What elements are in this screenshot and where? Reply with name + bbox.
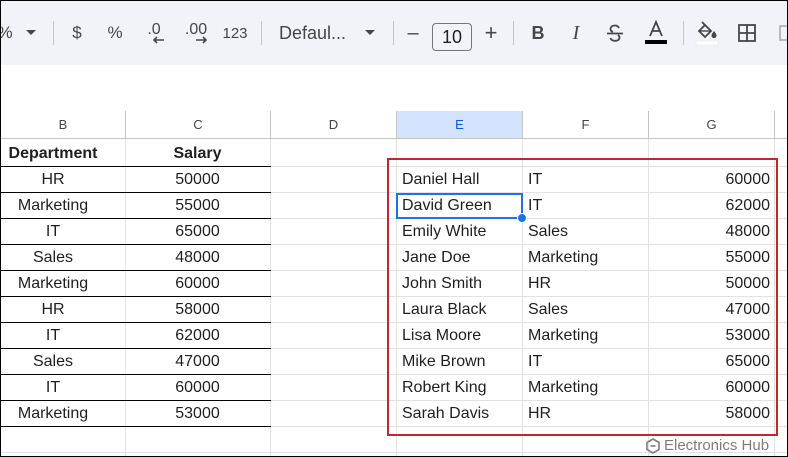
column-header-label: G bbox=[706, 117, 717, 132]
column-header-label: D bbox=[328, 117, 339, 132]
table-row-border bbox=[1, 218, 271, 219]
table-row-border bbox=[1, 322, 271, 323]
salary-cell[interactable]: 58000 bbox=[125, 297, 270, 323]
spreadsheet-window: % $ % .0 .00 123 Defaul... – 10 + B I bbox=[0, 0, 788, 457]
column-header-b[interactable]: B bbox=[1, 111, 126, 139]
department-cell[interactable]: IT bbox=[1, 323, 125, 349]
increase-decimal-label: .00 bbox=[184, 20, 208, 38]
department-cell[interactable]: Sales bbox=[1, 349, 125, 375]
salary-cell[interactable]: 55000 bbox=[125, 193, 270, 219]
currency-format-button[interactable]: $ bbox=[63, 17, 91, 49]
department-cell[interactable]: IT bbox=[1, 375, 125, 401]
column-header-label: C bbox=[193, 117, 203, 132]
font-size-input[interactable]: 10 bbox=[432, 23, 472, 51]
grid-line bbox=[1, 452, 271, 453]
watermark-text: Electronics Hub bbox=[664, 437, 770, 454]
column-header-label: E bbox=[455, 117, 464, 132]
increase-decimal-button[interactable]: .00 bbox=[179, 17, 213, 49]
currency-label: $ bbox=[72, 23, 82, 42]
toolbar-separator bbox=[261, 21, 262, 45]
department-cell[interactable]: HR bbox=[1, 297, 125, 323]
italic-button[interactable]: I bbox=[563, 17, 589, 49]
table-row-border bbox=[1, 374, 271, 375]
percent-format-button[interactable]: % bbox=[101, 17, 129, 49]
salary-header[interactable]: Salary bbox=[125, 141, 270, 167]
text-color-button[interactable] bbox=[641, 17, 671, 49]
caret-down-icon bbox=[26, 30, 36, 35]
fill-color-icon bbox=[695, 21, 719, 46]
font-size-value: 10 bbox=[441, 26, 463, 47]
more-formats-button[interactable]: 123 bbox=[219, 17, 251, 49]
department-cell[interactable]: HR bbox=[1, 167, 125, 193]
table-row-border bbox=[1, 296, 271, 297]
bold-label: B bbox=[531, 22, 545, 43]
table-row-border bbox=[1, 426, 271, 427]
department-header[interactable]: Department bbox=[1, 141, 125, 167]
strikethrough-button[interactable] bbox=[601, 17, 629, 49]
watermark: Electronics Hub bbox=[646, 437, 769, 454]
department-cell[interactable]: IT bbox=[1, 219, 125, 245]
column-header-label: B bbox=[58, 117, 68, 132]
toolbar-separator bbox=[513, 21, 514, 45]
arrow-right-icon bbox=[196, 35, 208, 44]
decrease-font-size-button[interactable]: – bbox=[401, 17, 425, 49]
column-header-f[interactable]: F bbox=[523, 111, 649, 139]
salary-cell[interactable]: 62000 bbox=[125, 323, 270, 349]
font-name-label: Defaul... bbox=[279, 22, 347, 43]
text-color-icon bbox=[645, 20, 667, 44]
salary-cell[interactable]: 53000 bbox=[125, 401, 270, 427]
toolbar-separator bbox=[393, 21, 394, 45]
department-cell[interactable]: Marketing bbox=[1, 193, 125, 219]
increase-font-size-button[interactable]: + bbox=[479, 17, 503, 49]
salary-cell[interactable]: 50000 bbox=[125, 167, 270, 193]
table-row-border bbox=[1, 270, 271, 271]
decrease-decimal-label: .0 bbox=[147, 20, 161, 38]
borders-button[interactable] bbox=[733, 17, 761, 49]
percent-partial-label: % bbox=[1, 23, 13, 43]
toolbar-separator bbox=[683, 21, 684, 45]
percent-label: % bbox=[107, 23, 123, 42]
minus-label: – bbox=[407, 21, 419, 44]
salary-cell[interactable]: 60000 bbox=[125, 271, 270, 297]
toolbar: % $ % .0 .00 123 Defaul... – 10 + B I bbox=[1, 1, 787, 65]
table-row-border bbox=[1, 166, 271, 167]
bold-button[interactable]: B bbox=[525, 17, 551, 49]
borders-icon bbox=[738, 24, 756, 42]
table-row-border bbox=[1, 400, 271, 401]
decrease-decimal-button[interactable]: .0 bbox=[139, 17, 169, 49]
salary-cell[interactable]: 47000 bbox=[125, 349, 270, 375]
column-header-h[interactable] bbox=[775, 111, 787, 139]
salary-cell[interactable]: 48000 bbox=[125, 245, 270, 271]
arrow-left-icon bbox=[152, 35, 164, 44]
fill-color-button[interactable] bbox=[693, 17, 721, 49]
column-header-g[interactable]: G bbox=[649, 111, 775, 139]
merge-cells-icon bbox=[779, 25, 787, 41]
department-cell[interactable]: Marketing bbox=[1, 401, 125, 427]
strikethrough-icon bbox=[607, 24, 623, 42]
highlight-box bbox=[387, 158, 778, 436]
table-row-border bbox=[1, 348, 271, 349]
grid-line bbox=[270, 139, 271, 456]
toolbar-separator bbox=[53, 21, 54, 45]
percent-format-partial[interactable]: % bbox=[1, 17, 13, 49]
italic-label: I bbox=[572, 21, 580, 44]
plus-label: + bbox=[484, 20, 498, 45]
number-format-label: 123 bbox=[222, 24, 248, 42]
electronics-hub-logo-icon bbox=[646, 437, 660, 454]
department-cell[interactable]: Sales bbox=[1, 245, 125, 271]
column-header-e[interactable]: E bbox=[397, 111, 523, 139]
font-family-select[interactable]: Defaul... bbox=[279, 17, 376, 49]
department-cell[interactable]: Marketing bbox=[1, 271, 125, 297]
column-header-label: F bbox=[581, 117, 590, 132]
merge-cells-button[interactable] bbox=[775, 17, 787, 49]
column-header-d[interactable]: D bbox=[271, 111, 397, 139]
salary-cell[interactable]: 65000 bbox=[125, 219, 270, 245]
caret-down-icon bbox=[365, 30, 376, 35]
salary-cell[interactable]: 60000 bbox=[125, 375, 270, 401]
zoom-dropdown-arrow[interactable] bbox=[17, 17, 45, 49]
table-row-border bbox=[1, 192, 271, 193]
table-row-border bbox=[1, 244, 271, 245]
formula-bar-area bbox=[1, 65, 787, 112]
column-header-c[interactable]: C bbox=[126, 111, 271, 139]
